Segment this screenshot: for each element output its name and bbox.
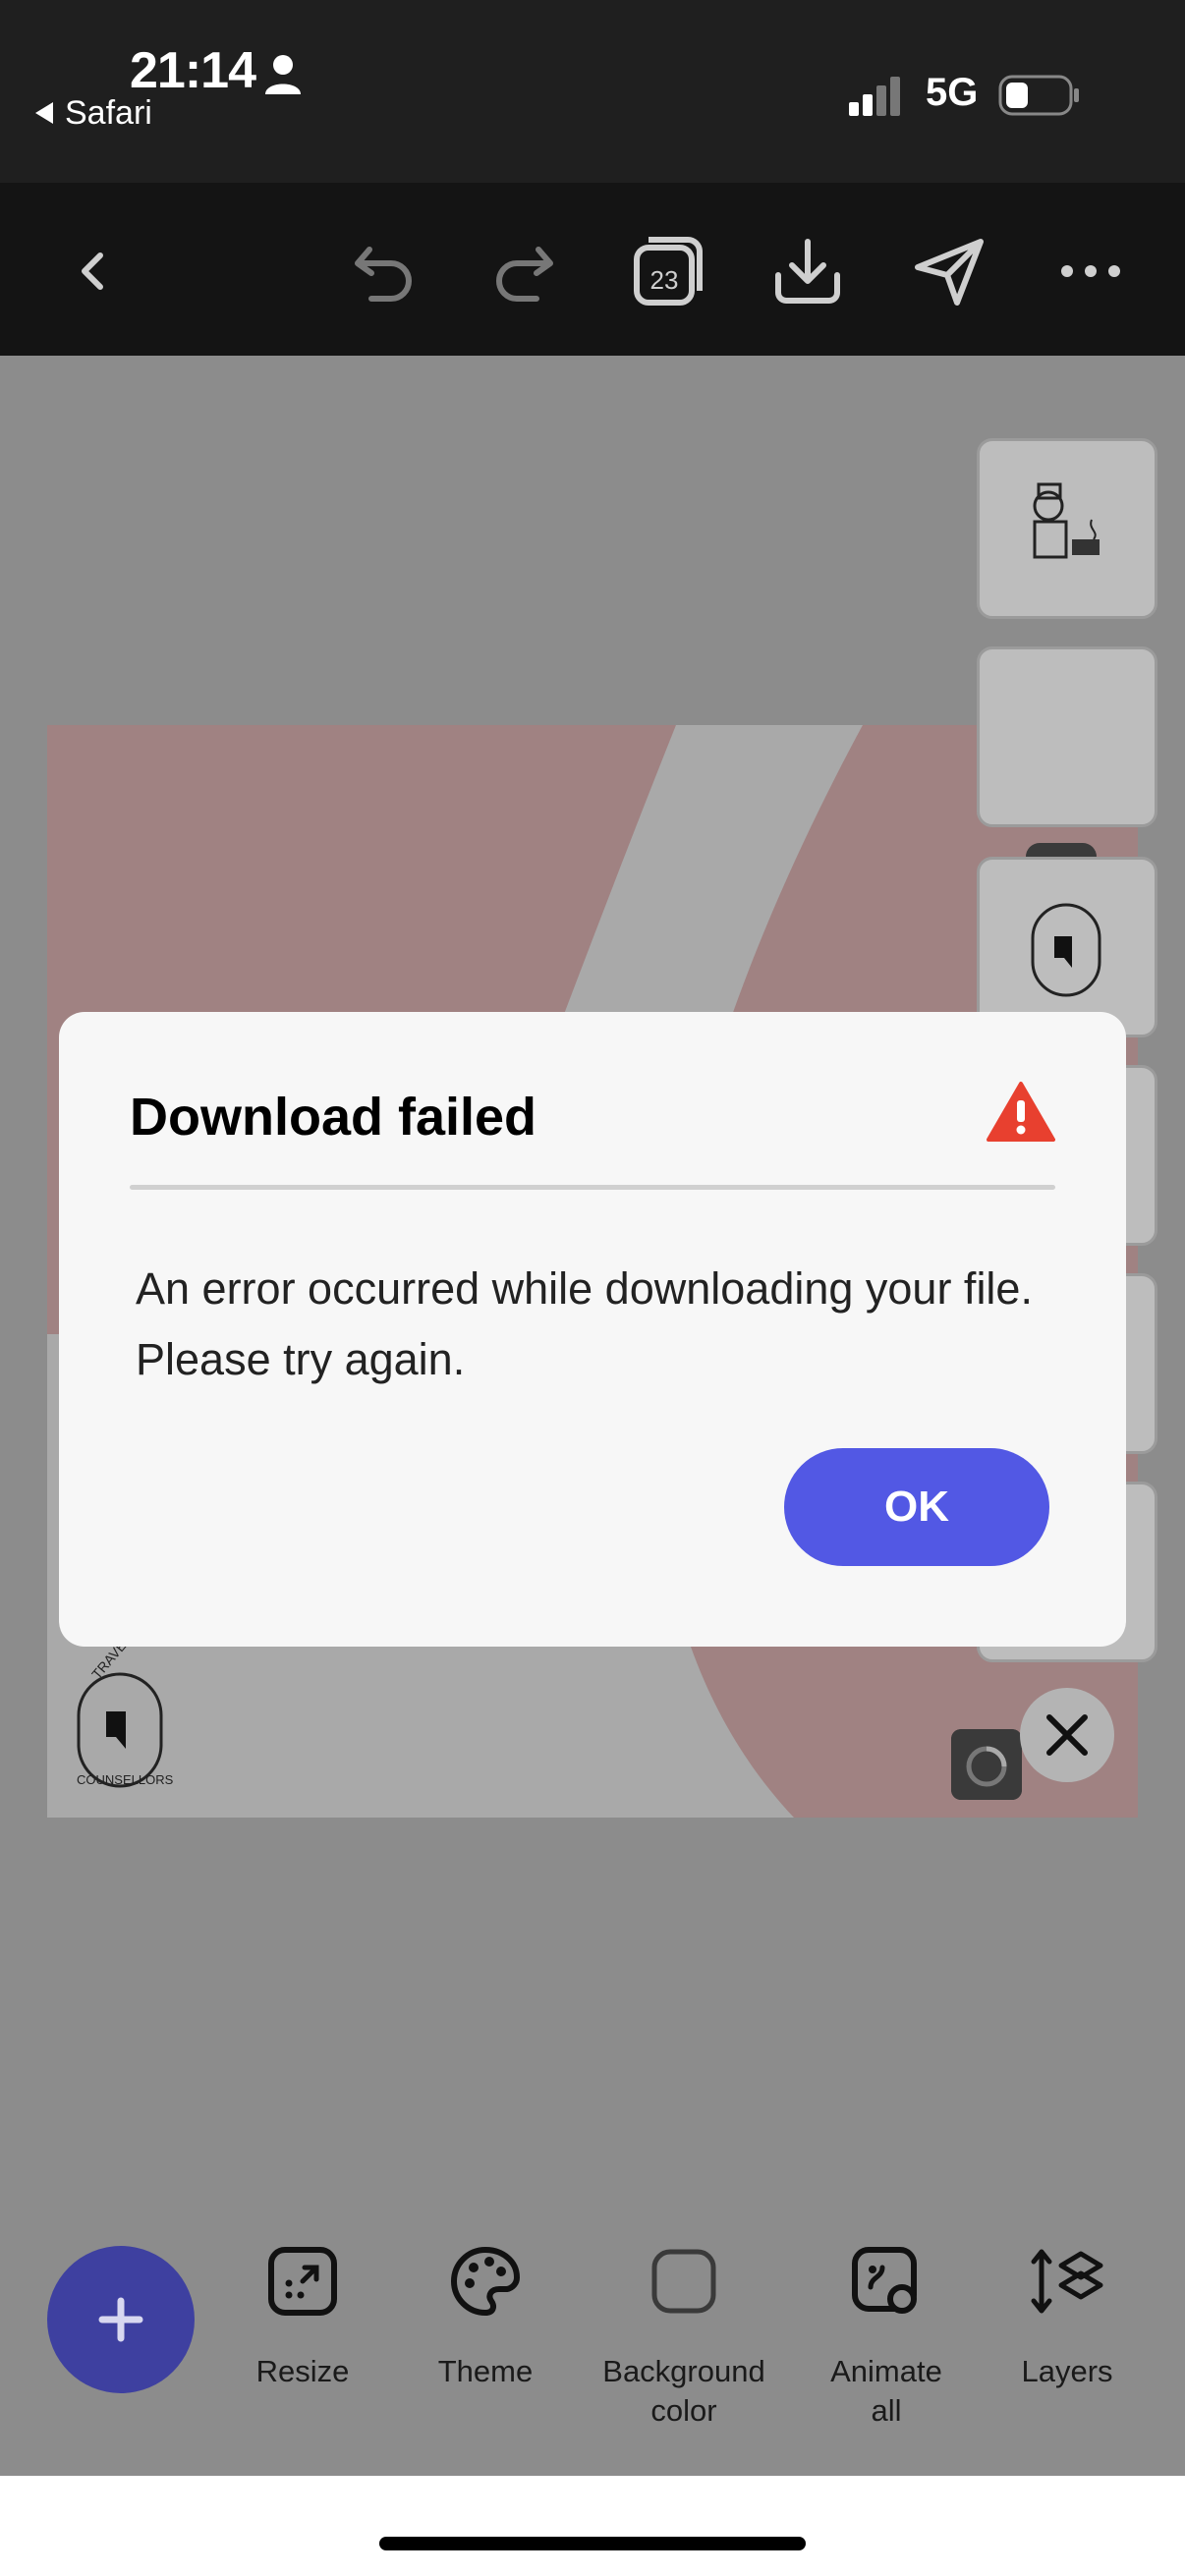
svg-text:COUNSELLORS: COUNSELLORS bbox=[77, 1772, 174, 1787]
home-indicator-area bbox=[0, 2476, 1185, 2576]
travel-counsellors-logo: TRAVEL COUNSELLORS bbox=[77, 1647, 174, 1788]
signal-icon bbox=[849, 77, 900, 116]
ok-button[interactable]: OK bbox=[784, 1448, 1049, 1566]
loading-spinner-icon bbox=[951, 1729, 1022, 1800]
battery-icon bbox=[998, 75, 1079, 116]
dialog-message: An error occurred while downloading your… bbox=[136, 1254, 1059, 1395]
page-thumbnail-2[interactable] bbox=[977, 646, 1157, 827]
theme-label: Theme bbox=[437, 2354, 534, 2388]
svg-text:TRAVEL: TRAVEL bbox=[88, 1647, 135, 1682]
theme-palette-icon[interactable] bbox=[446, 2242, 525, 2321]
page-thumbnail-1[interactable] bbox=[977, 438, 1157, 619]
back-chevron-icon[interactable] bbox=[55, 232, 134, 310]
dialog-message-line-1: An error occurred while downloading your… bbox=[136, 1263, 1033, 1314]
animate-all-icon[interactable] bbox=[847, 2242, 926, 2321]
chef-illustration bbox=[1033, 482, 1100, 559]
redo-icon[interactable] bbox=[485, 232, 564, 310]
dialog-title: Download failed bbox=[130, 1088, 537, 1147]
background-color-icon[interactable] bbox=[645, 2242, 723, 2321]
alert-icon bbox=[987, 1082, 1055, 1142]
pages-count: 23 bbox=[650, 265, 679, 295]
back-to-safari-link[interactable]: Safari bbox=[35, 94, 152, 133]
back-arrow-icon bbox=[35, 102, 53, 125]
more-options-icon[interactable] bbox=[1051, 232, 1130, 310]
resize-icon[interactable] bbox=[263, 2242, 342, 2321]
network-type: 5G bbox=[926, 71, 979, 114]
travel-counsellors-thumbnail-logo bbox=[1031, 903, 1101, 997]
close-icon bbox=[1046, 1714, 1088, 1756]
editor-toolbar bbox=[0, 183, 1185, 356]
close-button[interactable] bbox=[1020, 1688, 1114, 1782]
resize-label: Resize bbox=[255, 2354, 350, 2388]
add-button[interactable] bbox=[47, 2246, 195, 2393]
undo-icon[interactable] bbox=[344, 232, 423, 310]
person-icon bbox=[265, 55, 301, 94]
home-indicator[interactable] bbox=[379, 2537, 806, 2550]
layers-icon[interactable] bbox=[1028, 2242, 1106, 2321]
pages-icon[interactable]: 23 bbox=[627, 232, 705, 310]
dialog-message-line-2: Please try again. bbox=[136, 1334, 466, 1384]
page-thumbnail-3[interactable] bbox=[977, 857, 1157, 1037]
back-app-label: Safari bbox=[65, 94, 152, 132]
share-send-icon[interactable] bbox=[910, 232, 988, 310]
animate-all-label: Animate all bbox=[830, 2354, 942, 2428]
download-icon[interactable] bbox=[768, 232, 847, 310]
plus-icon bbox=[98, 2297, 143, 2342]
dialog-divider bbox=[130, 1185, 1055, 1190]
background-color-label: Background color bbox=[602, 2354, 765, 2428]
status-time: 21:14 bbox=[130, 42, 256, 99]
layers-label: Layers bbox=[1021, 2354, 1113, 2388]
